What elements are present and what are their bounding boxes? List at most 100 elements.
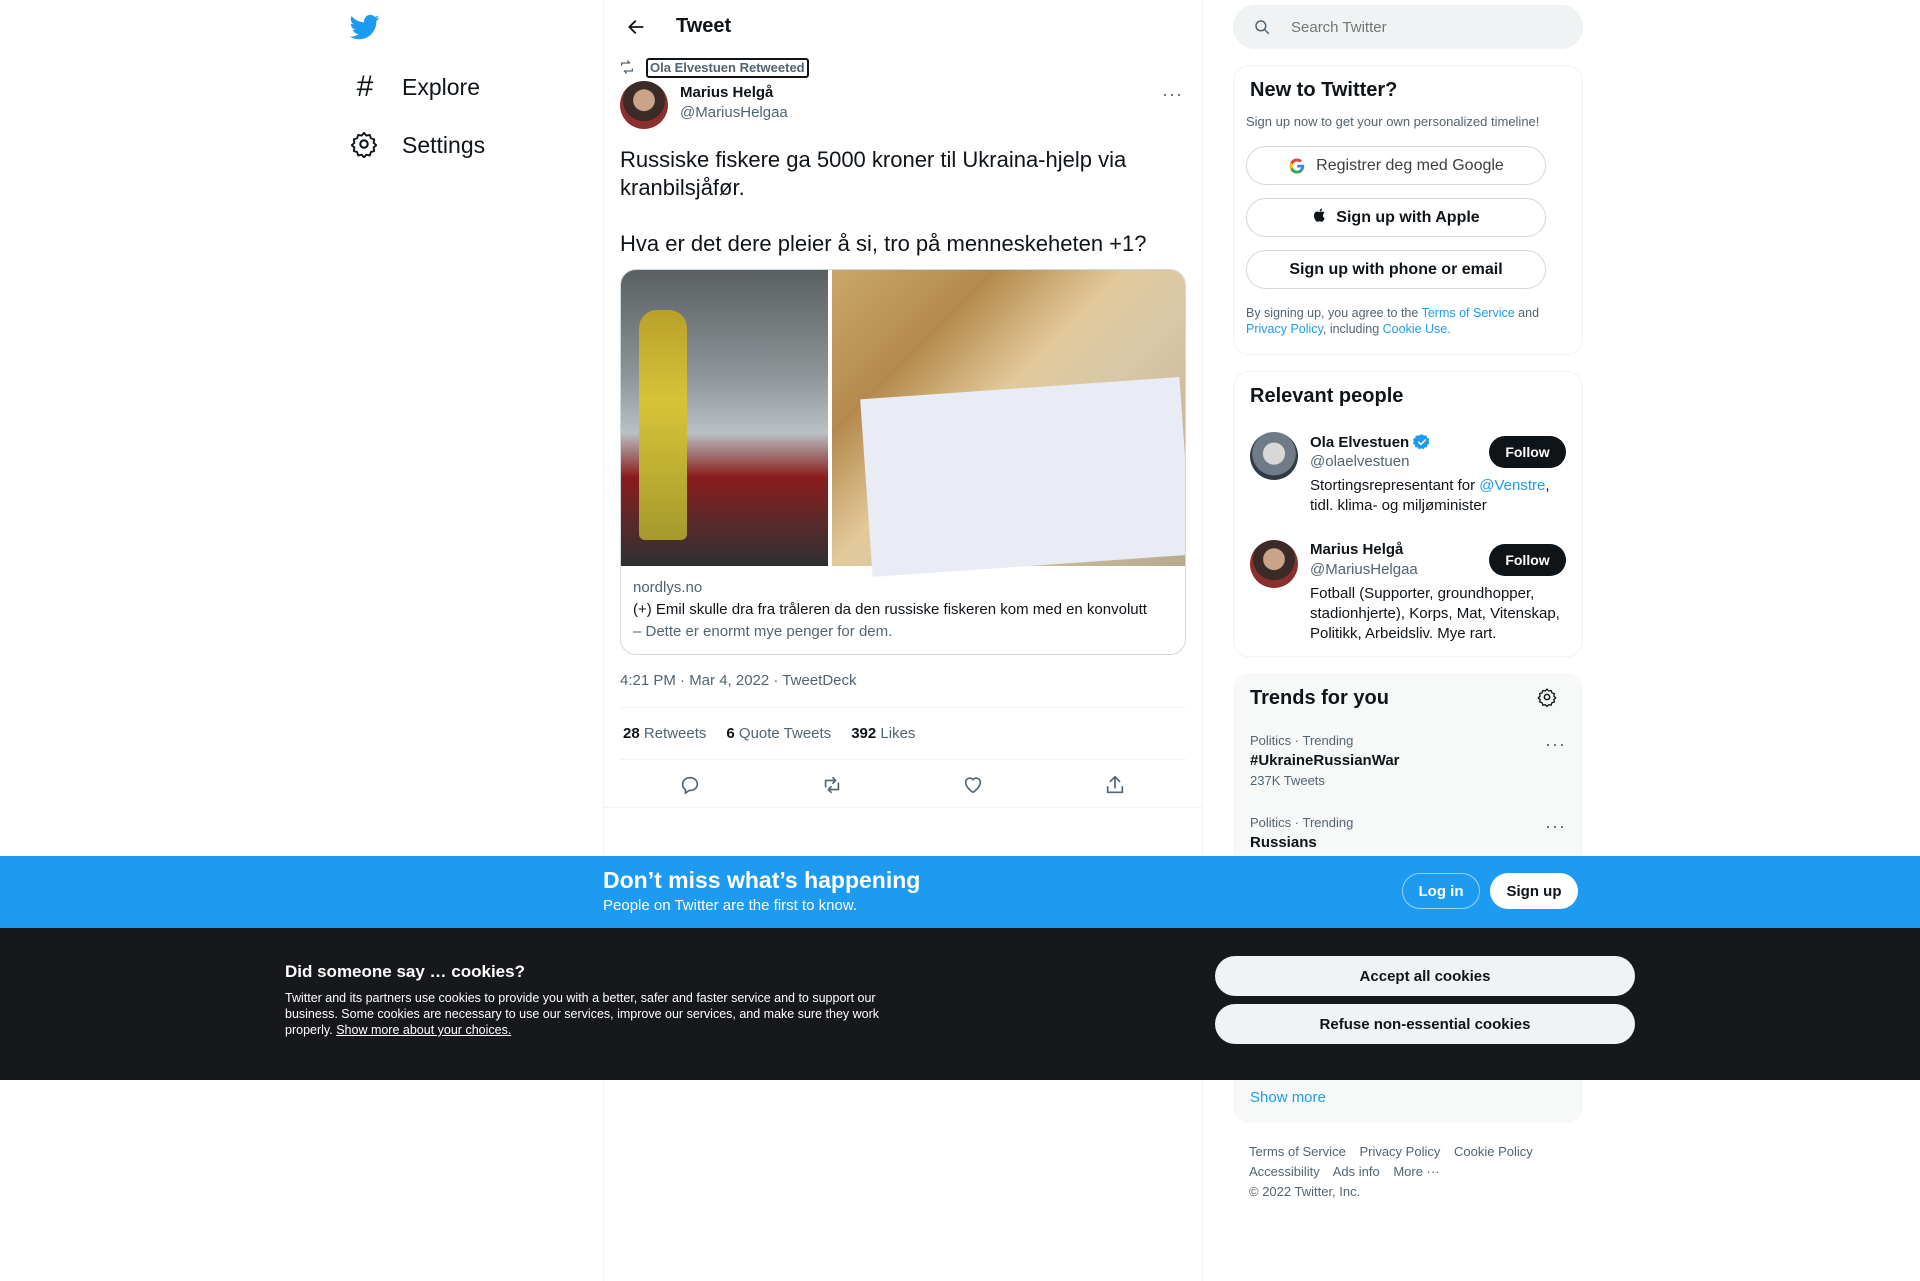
follow-label: Follow (1505, 444, 1550, 460)
show-more-link[interactable]: Show more (1250, 1089, 1326, 1106)
trends-title: Trends for you (1250, 687, 1389, 709)
signup-label: Sign up (1506, 882, 1562, 900)
terms-link[interactable]: Terms of Service (1422, 306, 1515, 320)
retweets-label: Retweets (643, 725, 707, 742)
author-name[interactable]: Marius Helgå (680, 84, 773, 101)
envelope (860, 377, 1185, 577)
tweet-timestamp[interactable]: 4:21 PM · Mar 4, 2022 · TweetDeck (620, 672, 857, 689)
footer-privacy-link[interactable]: Privacy Policy (1359, 1144, 1440, 1159)
signup-banner: Don’t miss what’s happening People on Tw… (0, 856, 1920, 928)
divider (604, 807, 1202, 808)
like-button[interactable] (958, 770, 988, 800)
cookie-title: Did someone say … cookies? (285, 962, 525, 981)
trend-more-button[interactable]: ··· (1545, 734, 1566, 755)
signup-card-title: New to Twitter? (1250, 79, 1398, 101)
twitter-logo[interactable] (349, 12, 382, 44)
person-bio: Stortingsrepresentant for @Venstre, tidl… (1310, 476, 1570, 516)
cookie-use-link[interactable]: Cookie Use. (1383, 322, 1451, 336)
bio-text: stadionhjerte), Korps, Mat, Vitenskap, (1310, 605, 1560, 622)
author-handle[interactable]: @MariusHelgaa (680, 104, 788, 121)
more-dots-icon: ··· (1162, 84, 1183, 104)
bio-text: , (1545, 477, 1550, 494)
retweets-stat[interactable]: 28 Retweets (623, 725, 706, 742)
likes-count: 392 (851, 725, 877, 742)
divider (620, 707, 1186, 708)
tweet-text-line2: Hva er det dere pleier å si, tro på menn… (620, 231, 1147, 256)
trend-meta: Politics · Trending (1250, 815, 1354, 830)
cookie-more-link[interactable]: Show more about your choices. (336, 1023, 511, 1037)
back-button[interactable] (618, 12, 654, 42)
heart-icon (964, 777, 982, 794)
search-box[interactable] (1233, 5, 1583, 49)
share-button[interactable] (1100, 770, 1130, 800)
footer-more-link[interactable]: More ··· (1393, 1164, 1439, 1179)
refuse-cookies-button[interactable]: Refuse non-essential cookies (1215, 1004, 1635, 1044)
card-domain: nordlys.no (633, 579, 703, 596)
verified-badge-icon (1413, 434, 1430, 450)
trend-meta: Politics · Trending (1250, 733, 1354, 748)
bio-text: Politikk, Arbeidsliv. Mye rart. (1310, 625, 1497, 642)
accept-cookies-button[interactable]: Accept all cookies (1215, 956, 1635, 996)
login-button[interactable]: Log in (1402, 873, 1480, 909)
google-signup-button[interactable]: Registrer deg med Google (1246, 146, 1546, 185)
tweet-text-line1: Russiske fiskere ga 5000 kroner til Ukra… (620, 147, 1127, 200)
trends-settings-button[interactable] (1537, 687, 1557, 712)
trend-name: Russians (1250, 834, 1317, 851)
nav-explore[interactable]: # Explore (350, 67, 480, 107)
quotes-stat[interactable]: 6 Quote Tweets (726, 725, 831, 742)
retweet-button[interactable] (817, 770, 847, 800)
refuse-cookies-label: Refuse non-essential cookies (1319, 1015, 1531, 1033)
link-card[interactable]: nordlys.no (+) Emil skulle dra fra tråle… (620, 269, 1186, 655)
privacy-link[interactable]: Privacy Policy (1246, 322, 1323, 336)
banner-subtitle: People on Twitter are the first to know. (603, 897, 858, 914)
likes-stat[interactable]: 392 Likes (851, 725, 915, 742)
footer-accessibility-link[interactable]: Accessibility (1249, 1164, 1320, 1179)
reply-button[interactable] (675, 770, 705, 800)
nav-settings-label: Settings (402, 131, 486, 158)
reply-icon (681, 776, 699, 795)
bio-mention-link[interactable]: @Venstre (1479, 477, 1545, 494)
trend-count: 237K Tweets (1250, 773, 1325, 788)
person-name[interactable]: Marius Helgå (1310, 541, 1403, 558)
person-handle[interactable]: @MariusHelgaa (1310, 561, 1418, 578)
hashtag-icon: # (356, 70, 374, 103)
footer-cookie-link[interactable]: Cookie Policy (1454, 1144, 1533, 1159)
accept-cookies-label: Accept all cookies (1359, 967, 1491, 985)
footer-ads-link[interactable]: Ads info (1333, 1164, 1380, 1179)
legal-including: , including (1322, 322, 1383, 336)
more-options-button[interactable]: ··· (1162, 84, 1183, 105)
apple-signup-button[interactable]: Sign up with Apple (1246, 198, 1546, 237)
signup-button[interactable]: Sign up (1490, 873, 1578, 909)
trend-more-button[interactable]: ··· (1545, 816, 1566, 837)
phone-signup-button[interactable]: Sign up with phone or email (1246, 250, 1546, 289)
follow-button[interactable]: Follow (1489, 544, 1566, 576)
quotes-label: Quote Tweets (738, 725, 832, 742)
google-signup-label: Registrer deg med Google (1316, 156, 1504, 174)
retweets-count: 28 (623, 725, 640, 742)
copyright: © 2022 Twitter, Inc. (1249, 1184, 1361, 1199)
retweet-icon (618, 59, 636, 80)
card-image (621, 270, 1185, 577)
follow-button[interactable]: Follow (1489, 436, 1566, 468)
trend-item[interactable]: Politics · Trending #UkraineRussianWar 2… (1250, 733, 1570, 788)
likes-label: Likes (880, 725, 916, 742)
twitter-bird-icon (349, 14, 380, 40)
quotes-count: 6 (726, 725, 735, 742)
search-icon (1255, 20, 1270, 35)
nav-settings[interactable]: Settings (350, 125, 485, 165)
google-icon (1289, 158, 1305, 173)
person-name[interactable]: Ola Elvestuen (1310, 433, 1431, 451)
relevant-people-title: Relevant people (1250, 385, 1404, 407)
trend-item[interactable]: Politics · Trending Russians (1250, 815, 1570, 851)
search-input[interactable] (1289, 17, 1553, 37)
avatar[interactable] (620, 81, 668, 129)
card-title: (+) Emil skulle dra fra tråleren da den … (633, 601, 1147, 618)
social-context-link[interactable]: Ola Elvestuen Retweeted (646, 58, 809, 78)
footer-terms-link[interactable]: Terms of Service (1249, 1144, 1346, 1159)
cookie-banner: Did someone say … cookies? Twitter and i… (0, 928, 1920, 1080)
person-avatar[interactable] (1250, 540, 1298, 588)
person-handle[interactable]: @olaelvestuen (1310, 453, 1409, 470)
person-avatar[interactable] (1250, 432, 1298, 480)
trend-name: #UkraineRussianWar (1250, 752, 1400, 769)
person-bio: Fotball (Supporter, groundhopper, stadio… (1310, 584, 1580, 644)
